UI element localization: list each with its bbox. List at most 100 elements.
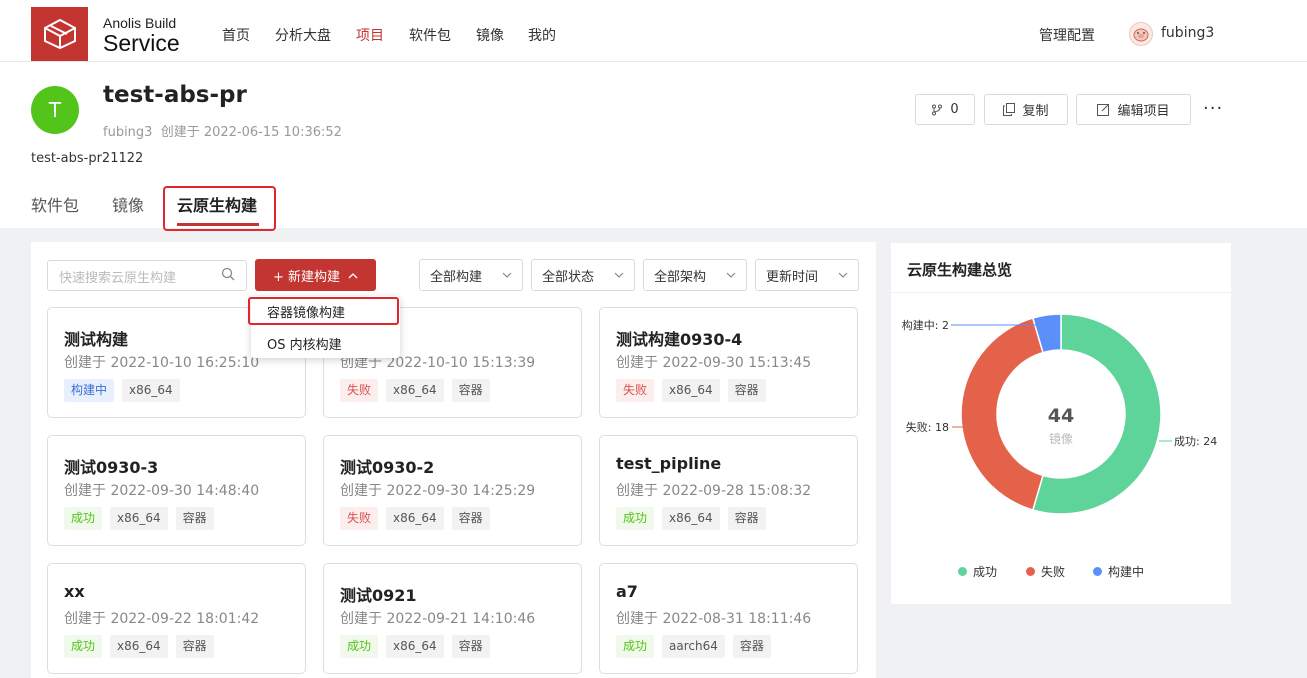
chevron-down-icon — [726, 272, 736, 278]
filter-build-type[interactable]: 全部构建 — [419, 259, 523, 291]
legend-dot-running — [1093, 567, 1102, 576]
legend-label-failed: 失败 — [1041, 565, 1066, 579]
tag-badge: x86_64 — [386, 507, 444, 530]
tag-badge: x86_64 — [662, 507, 720, 530]
fork-count: 0 — [950, 102, 959, 117]
tag-badge: 容器 — [451, 635, 490, 658]
filter-arch[interactable]: 全部架构 — [643, 259, 747, 291]
top-navbar — [0, 0, 1307, 62]
edit-icon — [1097, 104, 1110, 116]
legend-running[interactable]: 构建中 — [1093, 563, 1144, 580]
chevron-down-icon — [502, 272, 512, 278]
logo-icon — [43, 18, 76, 50]
build-card-date: 创建于 2022-09-28 15:08:32 — [616, 483, 812, 499]
app-logo[interactable] — [31, 7, 88, 61]
legend-dot-failed — [1026, 567, 1035, 576]
nav-projects[interactable]: 项目 — [356, 25, 384, 45]
build-card-title: 测试0930-2 — [340, 458, 435, 477]
status-badge-failed: 失败 — [340, 507, 379, 530]
tab-images[interactable]: 镜像 — [112, 192, 144, 216]
project-description: test-abs-pr21122 — [31, 151, 144, 166]
edit-label: 编辑项目 — [1117, 104, 1170, 119]
build-card[interactable]: test_pipline 创建于 2022-09-28 15:08:32 成功 x86… — [599, 435, 858, 546]
tab-packages[interactable]: 软件包 — [31, 192, 79, 216]
more-options-icon[interactable]: ··· — [1203, 98, 1223, 119]
highlight-box-tab — [163, 186, 276, 231]
tag-badge: 容器 — [175, 507, 214, 530]
status-badge-success: 成功 — [616, 507, 655, 530]
new-build-button[interactable]: + 新建构建 — [255, 259, 376, 291]
fork-button[interactable]: 0 — [915, 94, 975, 125]
build-card-date: 创建于 2022-09-21 14:10:46 — [340, 611, 536, 627]
build-card[interactable]: 测试0930-2 创建于 2022-09-30 14:25:29 失败 x86_64 容… — [323, 435, 582, 546]
build-card[interactable]: a7 创建于 2022-08-31 18:11:46 成功 aarch64 容器 — [599, 563, 858, 674]
tag-badge: 容器 — [727, 507, 766, 530]
legend-label-running: 构建中 — [1108, 565, 1145, 579]
build-card-tags: 成功 x86_64 容器 — [616, 507, 766, 530]
build-card-title: xx — [64, 582, 85, 601]
nav-packages[interactable]: 软件包 — [409, 25, 451, 45]
sort-update-time[interactable]: 更新时间 — [755, 259, 859, 291]
legend-label-success: 成功 — [973, 565, 998, 579]
dropdown-item-os-kernel-build[interactable]: OS 内核构建 — [267, 334, 342, 353]
build-card-date: 创建于 2022-09-30 14:48:40 — [64, 483, 260, 499]
donut-slice-failed[interactable] — [960, 317, 1044, 511]
build-card[interactable]: xx 创建于 2022-09-22 18:01:42 成功 x86_64 容器 — [47, 563, 306, 674]
build-card-tags: 失败 x86_64 容器 — [340, 379, 490, 402]
build-card-title: 测试构建 — [64, 330, 129, 349]
filter-status-label: 全部状态 — [542, 269, 595, 285]
status-badge-success: 成功 — [64, 507, 103, 530]
edit-project-button[interactable]: 编辑项目 — [1076, 94, 1191, 125]
pig-icon — [1133, 28, 1149, 42]
build-card-title: 测试0930-3 — [64, 458, 159, 477]
brand-line2: Service — [103, 30, 180, 56]
data-label-running: 构建中: 2 — [902, 318, 949, 332]
tag-badge: x86_64 — [386, 635, 444, 658]
build-card-title: a7 — [616, 582, 638, 601]
user-avatar[interactable] — [1129, 22, 1153, 46]
build-card-date: 创建于 2022-08-31 18:11:46 — [616, 611, 812, 627]
copy-label: 复制 — [1022, 104, 1049, 119]
chevron-down-icon — [838, 272, 848, 278]
tag-badge: 容器 — [451, 379, 490, 402]
build-card-tags: 成功 x86_64 容器 — [64, 507, 214, 530]
tag-badge: x86_64 — [110, 635, 168, 658]
nav-analysis[interactable]: 分析大盘 — [275, 25, 331, 45]
build-card[interactable]: 测试构建0930-4 创建于 2022-09-30 15:13:45 失败 x86_6… — [599, 307, 858, 418]
copy-button[interactable]: 复制 — [984, 94, 1068, 125]
nav-mine[interactable]: 我的 — [528, 25, 556, 45]
admin-config-link[interactable]: 管理配置 — [1039, 25, 1095, 45]
donut-center-total: 44 — [1048, 405, 1074, 427]
build-card-title: test_pipline — [616, 454, 722, 473]
build-card-tags: 成功 aarch64 容器 — [616, 635, 771, 658]
fork-icon — [932, 104, 943, 115]
username[interactable]: fubing3 — [1161, 25, 1214, 41]
tag-badge: x86_64 — [110, 507, 168, 530]
tag-badge: x86_64 — [662, 379, 720, 402]
status-badge-success: 成功 — [64, 635, 103, 658]
chevron-down-icon — [614, 272, 624, 278]
data-label-success: 成功: 24 — [1174, 435, 1217, 448]
search-icon[interactable] — [221, 267, 235, 281]
sort-update-time-label: 更新时间 — [766, 269, 819, 285]
status-badge-failed: 失败 — [616, 379, 655, 402]
project-avatar: T — [31, 86, 79, 134]
nav-images[interactable]: 镜像 — [476, 25, 504, 45]
copy-icon — [1003, 103, 1016, 116]
filter-arch-label: 全部架构 — [654, 269, 707, 285]
build-card[interactable]: 测试0921 创建于 2022-09-21 14:10:46 成功 x86_64 容器 — [323, 563, 582, 674]
legend-success[interactable]: 成功 — [958, 563, 997, 580]
build-card-tags: 成功 x86_64 容器 — [64, 635, 214, 658]
legend-dot-success — [958, 567, 967, 576]
build-card-tags: 构建中 x86_64 — [64, 379, 180, 402]
brand-line1: Anolis Build — [103, 15, 177, 31]
search-placeholder: 快速搜索云原生构建 — [59, 271, 177, 286]
donut-chart: 成功: 24 失败: 18 构建中: 2 44 镜像 — [902, 313, 1217, 515]
data-label-failed: 失败: 18 — [906, 420, 949, 434]
nav-home[interactable]: 首页 — [222, 25, 250, 45]
tag-badge: 容器 — [451, 507, 490, 530]
filter-status[interactable]: 全部状态 — [531, 259, 635, 291]
build-card[interactable]: 测试0930-3 创建于 2022-09-30 14:48:40 成功 x86_64 容… — [47, 435, 306, 546]
tag-badge: x86_64 — [122, 379, 180, 402]
legend-failed[interactable]: 失败 — [1026, 563, 1065, 580]
